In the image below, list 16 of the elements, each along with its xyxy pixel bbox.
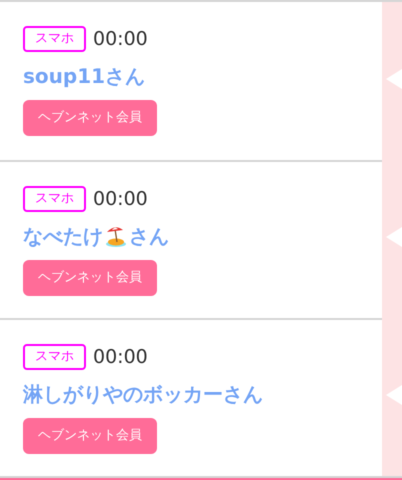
device-tag: スマホ [23, 186, 86, 212]
triangle-marker [386, 227, 402, 247]
member-badge: ヘブンネット会員 [23, 260, 157, 296]
member-badge: ヘブンネット会員 [23, 418, 157, 454]
user-name[interactable]: なべたけ [23, 222, 103, 250]
triangle-marker [386, 385, 402, 405]
user-name[interactable]: soup11さん [23, 62, 146, 90]
time-text: 00:00 [93, 188, 148, 210]
time-text: 00:00 [93, 346, 148, 368]
triangle-marker [386, 69, 402, 89]
user-name[interactable]: さん [129, 222, 169, 250]
member-badge: ヘブンネット会員 [23, 100, 157, 136]
device-tag: スマホ [23, 344, 86, 370]
time-text: 00:00 [93, 28, 148, 50]
user-name[interactable]: 淋しがりやのボッカーさん [23, 380, 263, 408]
device-tag: スマホ [23, 26, 86, 52]
